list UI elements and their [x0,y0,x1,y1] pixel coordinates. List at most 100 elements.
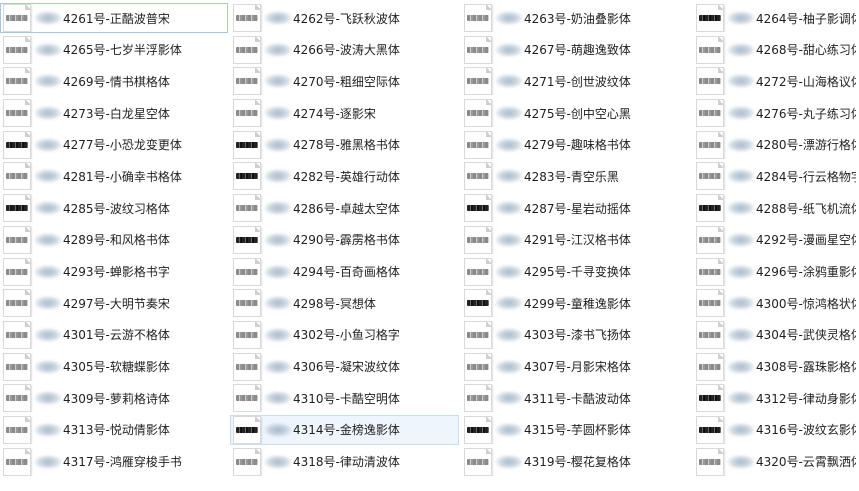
blurred-prefix [727,359,755,374]
file-item[interactable]: 4317号-鸿雁穿梭手书 [0,447,228,477]
blurred-prefix [264,454,292,469]
blurred-prefix [495,169,523,184]
font-file-icon [233,447,261,476]
file-item[interactable]: 4309号-萝莉格诗体 [0,383,228,413]
font-file-icon [3,415,31,444]
file-item[interactable]: 4266号-波涛大黑体 [230,35,459,65]
file-name-label: 4265号-七岁半浮影体 [63,43,182,58]
file-item[interactable]: 4265号-七岁半浮影体 [0,35,228,65]
file-item[interactable]: 4284号-行云格物字 [693,161,857,191]
file-item[interactable]: 4288号-纸飞机流体 [693,193,857,223]
file-item[interactable]: 4290号-霹雳格书体 [230,225,459,255]
file-item[interactable]: 4292号-漫画星空体 [693,225,857,255]
file-item[interactable]: 4275号-创中空心黑 [461,98,691,128]
file-name-label: 4286号-卓越太空体 [293,201,400,216]
file-item[interactable]: 4296号-涂鸦重影体 [693,257,857,287]
file-item[interactable]: 4308号-露珠影格体 [693,352,857,382]
file-item[interactable]: 4264号-柚子影调体 [693,3,857,33]
file-item[interactable]: 4285号-波纹习格体 [0,193,228,223]
file-item[interactable]: 4297号-大明节奏宋 [0,288,228,318]
font-file-icon [3,352,31,381]
font-file-icon [3,320,31,349]
font-file-icon [3,289,31,318]
file-item[interactable]: 4315号-芋圆杯影体 [461,415,691,445]
file-item[interactable]: 4282号-英雄行动体 [230,161,459,191]
file-item[interactable]: 4301号-云游不格体 [0,320,228,350]
font-file-icon [464,384,492,413]
file-item[interactable]: 4299号-童稚逸影体 [461,288,691,318]
file-item[interactable]: 4305号-软糖蝶影体 [0,352,228,382]
file-item[interactable]: 4293号-蝉影格书字 [0,257,228,287]
file-item[interactable]: 4320号-云霄飘洒体 [693,447,857,477]
file-item[interactable]: 4300号-惊鸿格状体 [693,288,857,318]
file-item[interactable]: 4286号-卓越太空体 [230,193,459,223]
file-item[interactable]: 4295号-千寻变换体 [461,257,691,287]
blurred-prefix [264,201,292,216]
blurred-prefix [727,201,755,216]
font-file-icon [3,225,31,254]
blurred-prefix [34,296,62,311]
file-item[interactable]: 4302号-小鱼习格字 [230,320,459,350]
file-name-label: 4275号-创中空心黑 [524,106,631,121]
blurred-prefix [727,169,755,184]
file-item[interactable]: 4280号-漂游行格体 [693,130,857,160]
font-file-icon [464,99,492,128]
file-item[interactable]: 4318号-律动清波体 [230,447,459,477]
file-name-label: 4302号-小鱼习格字 [293,328,400,343]
blurred-prefix [495,106,523,121]
file-item[interactable]: 4278号-雅黑格书体 [230,130,459,160]
blurred-prefix [495,422,523,437]
file-item[interactable]: 4281号-小确幸书格体 [0,161,228,191]
font-file-icon [3,4,31,32]
file-item[interactable]: 4304号-武侠灵格体 [693,320,857,350]
file-name-label: 4272号-山海格议体 [756,74,857,89]
file-item[interactable]: 4272号-山海格议体 [693,66,857,96]
file-name-label: 4290号-霹雳格书体 [293,233,400,248]
file-item[interactable]: 4277号-小恐龙变更体 [0,130,228,160]
file-item[interactable]: 4270号-粗细空际体 [230,66,459,96]
file-name-label: 4319号-樱花复格体 [524,455,631,470]
file-item[interactable]: 4267号-萌趣逸致体 [461,35,691,65]
file-item[interactable]: 4307号-月影宋格体 [461,352,691,382]
file-item[interactable]: 4312号-律动身影体 [693,383,857,413]
font-file-icon [696,130,724,159]
file-item[interactable]: 4269号-情书棋格体 [0,66,228,96]
blurred-prefix [264,422,292,437]
file-name-label: 4289号-和风格书体 [63,233,170,248]
blurred-prefix [495,11,523,25]
file-item[interactable]: 4313号-悦动倩影体 [0,415,228,445]
file-name-label: 4301号-云游不格体 [63,328,170,343]
file-item[interactable]: 4294号-百奇画格体 [230,257,459,287]
font-file-icon [3,162,31,191]
file-item[interactable]: 4306号-凝宋波纹体 [230,352,459,382]
blurred-prefix [495,454,523,469]
file-item[interactable]: 4262号-飞跃秋波体 [230,3,459,33]
file-item[interactable]: 4287号-星岩动摇体 [461,193,691,223]
file-name-label: 4312号-律动身影体 [756,391,857,406]
file-item[interactable]: 4310号-卡酷空明体 [230,383,459,413]
file-item[interactable]: 4316号-波纹玄影体 [693,415,857,445]
file-item[interactable]: 4291号-江汉格书体 [461,225,691,255]
file-item[interactable]: 4268号-甜心练习体 [693,35,857,65]
file-item[interactable]: 4279号-趣味格书体 [461,130,691,160]
file-name-label: 4285号-波纹习格体 [63,201,170,216]
font-file-icon [696,99,724,128]
file-item[interactable]: 4298号-冥想体 [230,288,459,318]
file-item[interactable]: 4311号-卡酷波动体 [461,383,691,413]
file-item[interactable]: 4274号-逐影宋 [230,98,459,128]
file-name-label: 4288号-纸飞机流体 [756,201,857,216]
file-item[interactable]: 4303号-漆书飞扬体 [461,320,691,350]
file-item[interactable]: 4276号-丸子练习体 [693,98,857,128]
file-item[interactable]: 4273号-白龙星空体 [0,98,228,128]
font-file-icon [696,194,724,223]
file-item[interactable]: 4314号-金榜逸影体 [230,414,459,445]
file-item[interactable]: 4271号-创世波纹体 [461,66,691,96]
file-item[interactable]: 4289号-和风格书体 [0,225,228,255]
file-item[interactable]: 4319号-樱花复格体 [461,447,691,477]
file-item[interactable]: 4263号-奶油叠影体 [461,3,691,33]
file-item[interactable]: 4283号-青空乐黑 [461,161,691,191]
blurred-prefix [264,74,292,89]
file-item[interactable]: 4261号-正酷波普宋 [0,3,228,33]
blurred-prefix [264,264,292,279]
file-name-label: 4277号-小恐龙变更体 [63,138,182,153]
